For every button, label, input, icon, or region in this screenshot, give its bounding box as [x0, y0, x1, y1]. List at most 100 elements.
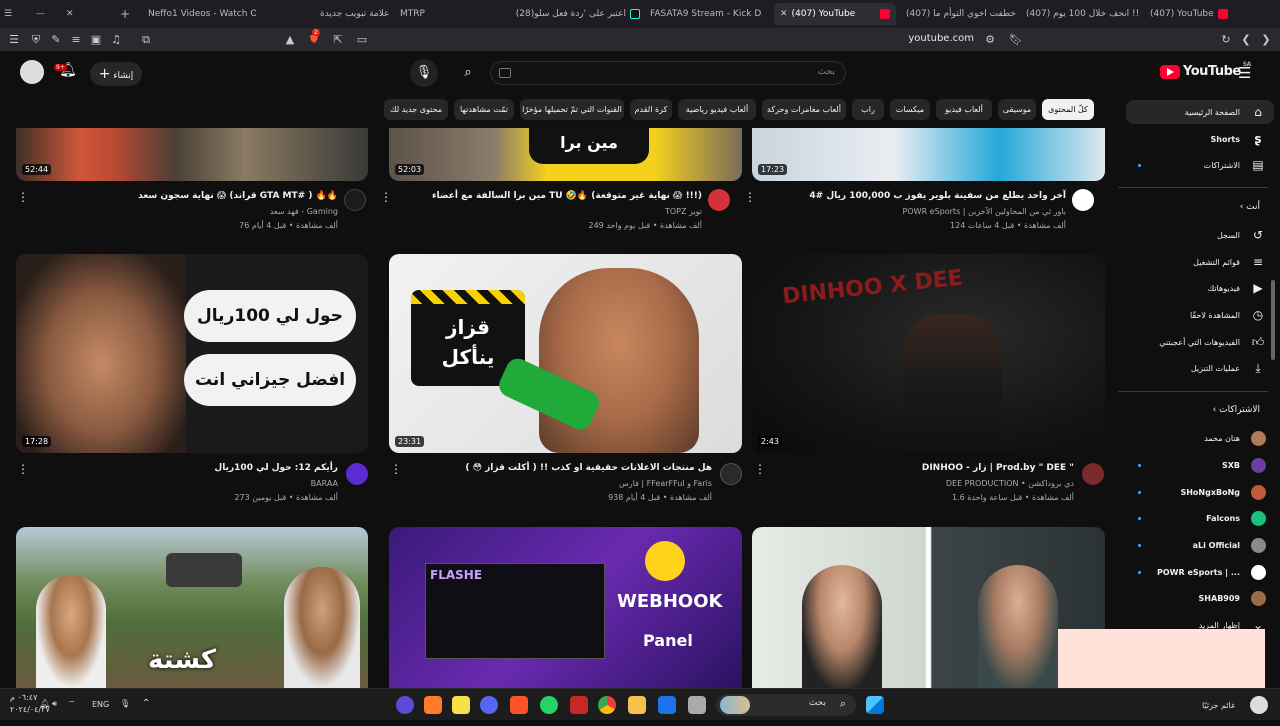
chip-rap[interactable]: راب [852, 99, 884, 120]
volume-icon[interactable]: 🔊︎ [52, 699, 57, 709]
forward-icon[interactable]: ❯ [1258, 32, 1274, 48]
discord-icon[interactable] [480, 696, 498, 714]
sidebar-item-liked[interactable]: الفيديوهات التي أعجبتني 👍︎ [1126, 330, 1274, 354]
channel-name[interactable]: DEE PRODUCTION • دي بروداكشن [946, 479, 1074, 488]
more-options-icon[interactable]: ⋮ [754, 462, 766, 476]
extensions-icon[interactable]: ✎ [48, 32, 64, 48]
brave-icon[interactable] [510, 696, 528, 714]
video-title[interactable]: آخر واحد يطلع من سفينة بلوير يفوز ب 100,… [809, 191, 1066, 201]
video-title[interactable]: رأيكم 12: حول لي 100ريال [214, 463, 338, 473]
close-tab-icon[interactable]: ✕ [66, 3, 82, 25]
chip-mixes[interactable]: ميكسات [890, 99, 930, 120]
taskbar-search[interactable]: بحث ⌕ [716, 694, 856, 716]
chip-football[interactable]: كرة القدم [630, 99, 672, 120]
video-thumbnail[interactable]: FLASHE WEBHOOK Panel [389, 527, 742, 688]
channel-avatar[interactable] [708, 189, 730, 211]
channel-avatar[interactable] [344, 189, 366, 211]
video-thumbnail[interactable]: مين برا 52:03 [389, 128, 742, 181]
chip-watched[interactable]: تمّت مشاهدتها [454, 99, 514, 120]
you-section-header[interactable]: ‹ أنت [1126, 202, 1274, 212]
channel-name[interactable]: POWR eSports | باور ئي من المحاولين الآخ… [903, 207, 1066, 216]
app-icon[interactable] [396, 696, 414, 714]
video-thumbnail[interactable] [752, 527, 1105, 688]
sidebar-sub-item[interactable]: SXB [1126, 453, 1274, 477]
tab-mtrp[interactable]: MTRP [400, 3, 480, 25]
tab-tiktok[interactable]: (28)اعتبر على 'ردة فعل سلو [500, 3, 640, 25]
back-icon[interactable]: ❮ [1238, 32, 1254, 48]
chip-video-games[interactable]: ألعاب فيديو [936, 99, 992, 120]
music-icon[interactable]: ♫ [108, 32, 124, 48]
reload-icon[interactable]: ↻ [1218, 32, 1234, 48]
sidebar-sub-item[interactable]: SHoNgxBoNg [1126, 480, 1274, 504]
sidebar-item-downloads[interactable]: عمليات التنزيل ⤓ [1126, 356, 1274, 380]
search-input[interactable]: بحث [490, 61, 846, 85]
language-indicator[interactable]: ENG [92, 700, 109, 709]
wifi-icon[interactable]: ⌔ [68, 699, 76, 709]
share-icon[interactable]: ⇱ [330, 32, 346, 48]
screen-icon[interactable]: ▭ [354, 32, 370, 48]
app-icon[interactable] [570, 696, 588, 714]
tab-youtube-active[interactable]: ✕ (407) YouTube [774, 3, 896, 25]
store-icon[interactable] [658, 696, 676, 714]
app-icon[interactable] [424, 696, 442, 714]
bookmark-icon[interactable]: 🔖︎ [1008, 32, 1024, 48]
channel-name[interactable]: BARAA [311, 479, 338, 488]
youtube-logo[interactable]: YouTube SA [1160, 61, 1251, 79]
chip-all[interactable]: كلّ المحتوى [1042, 99, 1094, 120]
channel-name[interactable]: فارس | FFearFFul و Faris [619, 479, 712, 488]
sidebar-item-playlists[interactable]: قوائم التشغيل ≡ [1126, 250, 1274, 274]
site-settings-icon[interactable]: ⚙ [982, 32, 998, 48]
minimize-icon[interactable]: — [36, 3, 52, 25]
sidebar-sub-item[interactable]: aLi Official [1126, 533, 1274, 557]
mic-button[interactable]: 🎙︎ [410, 59, 438, 87]
channel-name[interactable]: فهد سعد - Gaming [270, 207, 338, 216]
address-bar[interactable]: ▲ ⛊ 2 ⇱ ▭ youtube.com ⚙ [286, 29, 1010, 50]
channel-name[interactable]: TOPZ تويز [665, 207, 702, 216]
sidebar-item-home[interactable]: الصفحة الرئيسية ⌂ [1126, 100, 1274, 124]
whatsapp-icon[interactable] [540, 696, 558, 714]
video-thumbnail[interactable]: 17:23 [752, 128, 1105, 181]
menu-icon[interactable]: ☰ [6, 32, 22, 48]
video-thumbnail[interactable]: DINHOO X DEE 2:43 [752, 254, 1105, 453]
rewards-icon[interactable]: ▲ [282, 32, 298, 48]
search-button[interactable]: ⌕ [454, 59, 482, 87]
tab-fasata9[interactable]: FASATA9 Stream - Kick Da [650, 3, 762, 25]
chip-action-adventure[interactable]: ألعاب مغامرات وحركة [762, 99, 846, 120]
video-thumbnail[interactable]: قزاز ينأكل 23:31 [389, 254, 742, 453]
tray-chevron-icon[interactable]: ⌃ [142, 698, 150, 709]
sidebar-item-shorts[interactable]: Shorts ʂ [1126, 127, 1274, 151]
sidebar-icon[interactable]: ▣ [88, 32, 104, 48]
create-button[interactable]: + إنشاء [90, 62, 142, 86]
video-title[interactable]: نهاية سجون سعد 😱 (قراند GTA MT# ) 🔥🔥 [138, 191, 338, 201]
video-thumbnail[interactable]: كشتة [16, 527, 368, 688]
sidebar-item-your-videos[interactable]: فيديوهاتك ▶ [1126, 276, 1274, 300]
weather-icon[interactable] [1250, 696, 1268, 714]
tab-new-tab[interactable]: علامة تبويب جديدة [320, 3, 390, 25]
channel-avatar[interactable] [1082, 463, 1104, 485]
video-thumbnail[interactable]: 52:44 [16, 128, 368, 181]
video-thumbnail[interactable]: حول لي 100ريال افضل جيزاني انت 17:28 [16, 254, 368, 453]
video-title[interactable]: هل منتجات الاعلانات حقيقية او كذب !! ( أ… [465, 463, 712, 473]
more-options-icon[interactable]: ⋮ [390, 462, 402, 476]
sidebar-item-history[interactable]: السجل ↺ [1126, 223, 1274, 247]
weather-label[interactable]: غائم جزئيًا [1202, 701, 1235, 710]
channel-avatar[interactable] [1072, 189, 1094, 211]
window-menu-icon[interactable]: ☰ [4, 3, 20, 25]
app-icon[interactable] [452, 696, 470, 714]
chip-new-to-you[interactable]: محتوى جديد لك [384, 99, 448, 120]
chrome-icon[interactable] [598, 696, 616, 714]
video-title[interactable]: DINHOO - زار | Prod.by " DEE " [922, 463, 1074, 473]
channel-avatar[interactable] [720, 463, 742, 485]
channel-avatar[interactable] [346, 463, 368, 485]
tab-youtube-2[interactable]: (407) خطفت اخوي التوأم ما [906, 3, 1018, 25]
video-title[interactable]: مين برا السالفة مع أعضاء TU 🤣🔥 (نهاية غي… [432, 191, 702, 201]
keyboard-icon[interactable] [499, 68, 511, 78]
new-tab-icon[interactable]: + [120, 3, 134, 25]
avatar[interactable] [20, 60, 44, 84]
tab-neffo1[interactable]: Neffo1 Videos - Watch O [148, 3, 256, 25]
more-options-icon[interactable]: ⋮ [17, 190, 29, 204]
sidebar-sub-item[interactable]: SHAB909 [1126, 586, 1274, 610]
sidebar-sub-item[interactable]: Falcons [1126, 506, 1274, 530]
start-icon[interactable] [866, 696, 884, 714]
bookmark-list-icon[interactable]: ≡ [68, 32, 84, 48]
